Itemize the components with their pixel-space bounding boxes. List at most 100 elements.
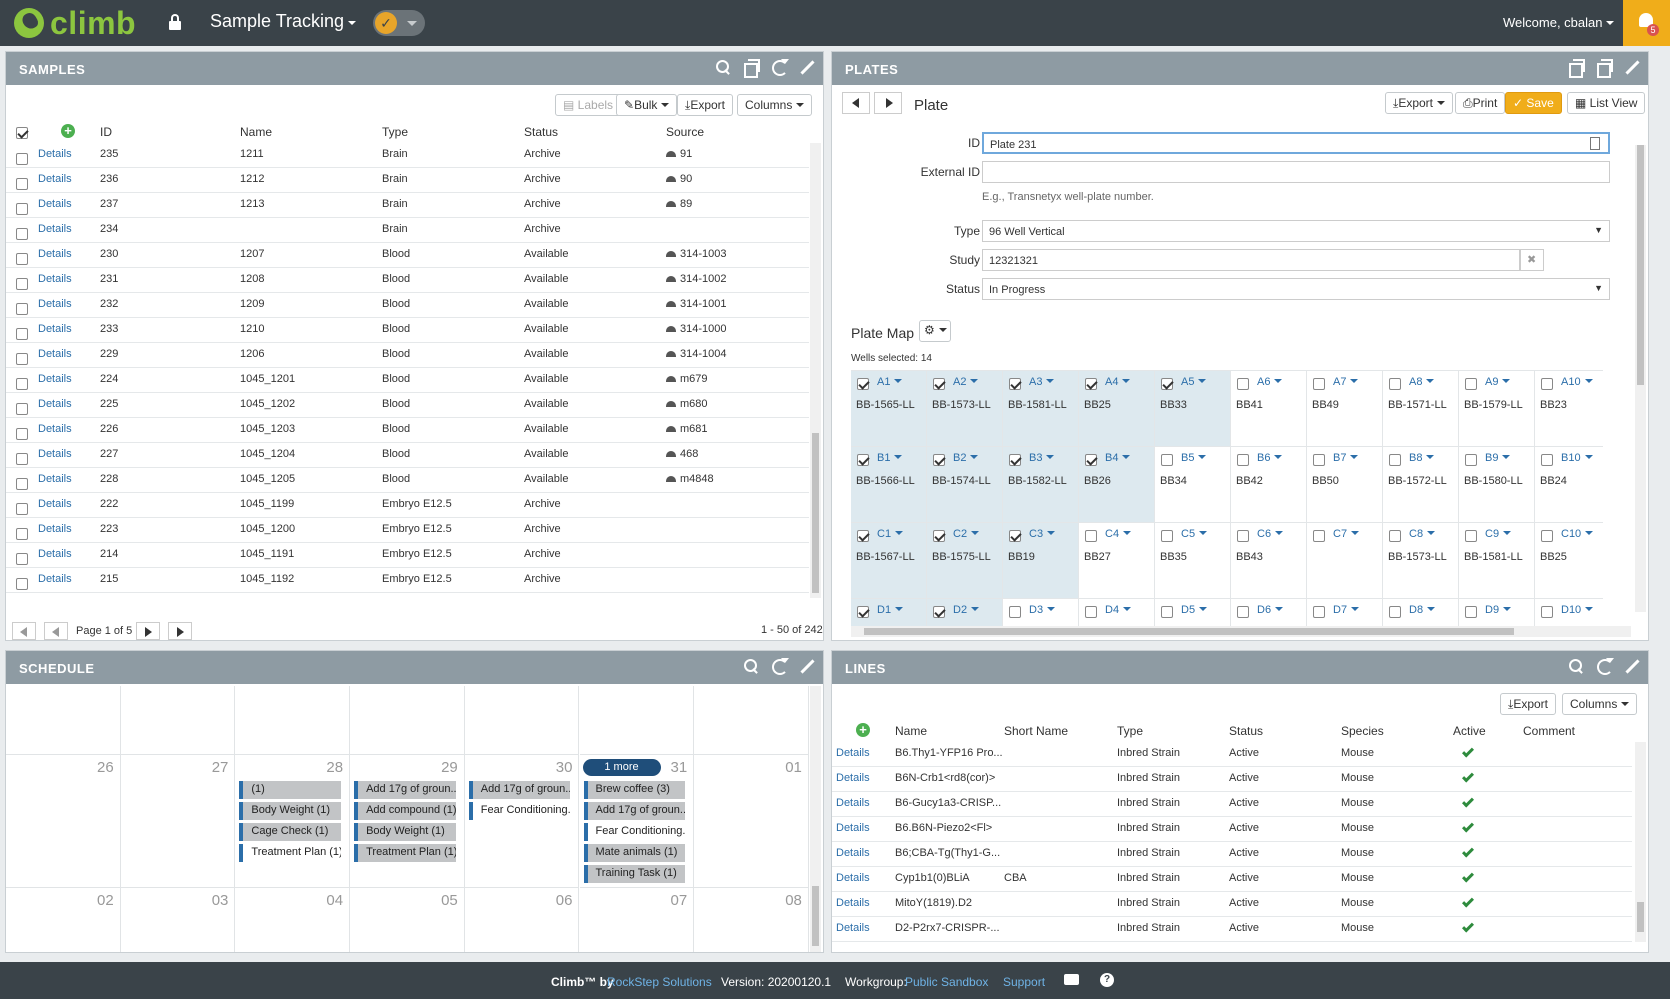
plate-well[interactable]: A7 BB49	[1307, 371, 1383, 447]
column-header-active[interactable]: Active	[1453, 724, 1486, 738]
calendar-day[interactable]: 01	[694, 755, 809, 888]
calendar-event[interactable]: Treatment Plan (1)	[239, 844, 342, 862]
details-link[interactable]: Details	[38, 223, 72, 235]
copy-icon[interactable]	[743, 59, 760, 78]
well-checkbox[interactable]	[933, 606, 945, 619]
well-checkbox[interactable]	[857, 378, 869, 391]
plate-well[interactable]: A3 BB-1581-LL	[1003, 371, 1079, 447]
details-link[interactable]: Details	[38, 398, 72, 410]
plate-id-input[interactable]: Plate 231	[982, 132, 1610, 154]
calendar-cell[interactable]	[120, 686, 236, 755]
well-label[interactable]: B7	[1333, 452, 1359, 464]
calendar-day[interactable]: 03	[121, 888, 236, 952]
plate-well[interactable]: C10 BB25	[1535, 523, 1603, 599]
details-link[interactable]: Details	[836, 897, 870, 909]
plate-map-hscroll[interactable]	[851, 626, 1631, 637]
climb-logo[interactable]: climb	[14, 5, 136, 41]
plate-well[interactable]: B10 BB24	[1535, 447, 1603, 523]
well-checkbox[interactable]	[1465, 378, 1477, 391]
calendar-cell[interactable]	[6, 686, 121, 755]
well-checkbox[interactable]	[1313, 454, 1325, 467]
clear-study-icon[interactable]: ✖	[1520, 249, 1544, 271]
well-checkbox[interactable]	[857, 454, 869, 467]
table-row[interactable]: Details 235 1211 Brain Archive 91	[6, 143, 809, 168]
well-checkbox[interactable]	[1085, 606, 1097, 619]
lock-icon[interactable]	[168, 14, 182, 30]
plate-well[interactable]: B7 BB50	[1307, 447, 1383, 523]
well-checkbox[interactable]	[1237, 530, 1249, 543]
search-icon[interactable]	[743, 658, 759, 674]
details-link[interactable]: Details	[836, 797, 870, 809]
refresh-icon[interactable]	[771, 59, 789, 76]
details-link[interactable]: Details	[836, 922, 870, 934]
plate-well[interactable]: C4 BB27	[1079, 523, 1155, 599]
well-checkbox[interactable]	[1541, 378, 1553, 391]
well-checkbox[interactable]	[1161, 378, 1173, 391]
well-label[interactable]: B3	[1029, 452, 1055, 464]
table-row[interactable]: Details 230 1207 Blood Available 314-1003	[6, 243, 809, 268]
plate-well[interactable]: A9 BB-1579-LL	[1459, 371, 1535, 447]
details-link[interactable]: Details	[38, 423, 72, 435]
well-checkbox[interactable]	[1085, 378, 1097, 391]
well-checkbox[interactable]	[1161, 454, 1173, 467]
table-row[interactable]: Details 229 1206 Blood Available 314-1004	[6, 343, 809, 368]
well-checkbox[interactable]	[857, 606, 869, 619]
details-link[interactable]: Details	[38, 298, 72, 310]
details-link[interactable]: Details	[38, 198, 72, 210]
well-checkbox[interactable]	[1161, 530, 1173, 543]
column-header-name[interactable]: Name	[240, 125, 272, 139]
well-checkbox[interactable]	[1313, 530, 1325, 543]
well-label[interactable]: D6	[1257, 604, 1284, 616]
expand-icon[interactable]	[799, 658, 815, 674]
well-checkbox[interactable]	[1465, 606, 1477, 619]
well-checkbox[interactable]	[1541, 530, 1553, 543]
well-checkbox[interactable]	[857, 530, 869, 543]
well-label[interactable]: B2	[953, 452, 979, 464]
company-link[interactable]: RockStep Solutions	[607, 975, 712, 989]
details-link[interactable]: Details	[38, 323, 72, 335]
details-link[interactable]: Details	[38, 348, 72, 360]
calendar-cell[interactable]	[235, 686, 351, 755]
external-id-input[interactable]	[982, 161, 1610, 183]
module-dropdown[interactable]: Sample Tracking	[210, 11, 357, 32]
table-row[interactable]: Details 225 1045_1202 Blood Available m680	[6, 393, 809, 418]
print-button[interactable]: ⎙Print	[1455, 92, 1506, 114]
calendar-event[interactable]: Add 17g of groun...	[354, 781, 456, 799]
well-checkbox[interactable]	[1389, 378, 1401, 391]
details-link[interactable]: Details	[38, 573, 72, 585]
calendar-day[interactable]: 08	[694, 888, 809, 952]
first-page-button[interactable]	[12, 622, 36, 640]
calendar-day[interactable]: 04	[235, 888, 351, 952]
calendar-event[interactable]: Training Task (1)	[583, 865, 686, 883]
calendar-day[interactable]: 26	[6, 755, 121, 888]
refresh-icon[interactable]	[1596, 658, 1614, 675]
calendar-cell[interactable]	[350, 686, 465, 755]
plate-well[interactable]: A1 BB-1565-LL	[851, 371, 927, 447]
details-link[interactable]: Details	[38, 498, 72, 510]
well-label[interactable]: B9	[1485, 452, 1511, 464]
support-link[interactable]: Support	[1003, 975, 1045, 989]
details-link[interactable]: Details	[38, 273, 72, 285]
column-header-status[interactable]: Status	[524, 125, 558, 139]
calendar-cell[interactable]	[579, 686, 695, 755]
calendar-event[interactable]: Body Weight (1)	[239, 802, 342, 820]
workgroup-link[interactable]: Public Sandbox	[905, 975, 988, 989]
lines-columns-button[interactable]: Columns	[1562, 693, 1638, 715]
table-row[interactable]: Details B6N-Crb1<rd8(cor)> Inbred Strain Ac…	[832, 767, 1632, 792]
well-checkbox[interactable]	[1085, 530, 1097, 543]
plate-well[interactable]: C7	[1307, 523, 1383, 599]
well-label[interactable]: B8	[1409, 452, 1435, 464]
plate-well[interactable]: C2 BB-1575-LL	[927, 523, 1003, 599]
well-label[interactable]: D2	[953, 604, 980, 616]
plate-well[interactable]: B3 BB-1582-LL	[1003, 447, 1079, 523]
help-icon[interactable]: ?	[1100, 973, 1114, 987]
table-row[interactable]: Details 224 1045_1201 Blood Available m679	[6, 368, 809, 393]
plate-map-settings-button[interactable]: ⚙	[919, 320, 951, 342]
calendar-event[interactable]: Cage Check (1)	[239, 823, 342, 841]
well-label[interactable]: D3	[1029, 604, 1056, 616]
well-checkbox[interactable]	[1161, 606, 1173, 619]
plate-well[interactable]: C6 BB43	[1231, 523, 1307, 599]
well-label[interactable]: C8	[1409, 528, 1436, 540]
well-label[interactable]: C6	[1257, 528, 1284, 540]
plate-well[interactable]: B6 BB42	[1231, 447, 1307, 523]
